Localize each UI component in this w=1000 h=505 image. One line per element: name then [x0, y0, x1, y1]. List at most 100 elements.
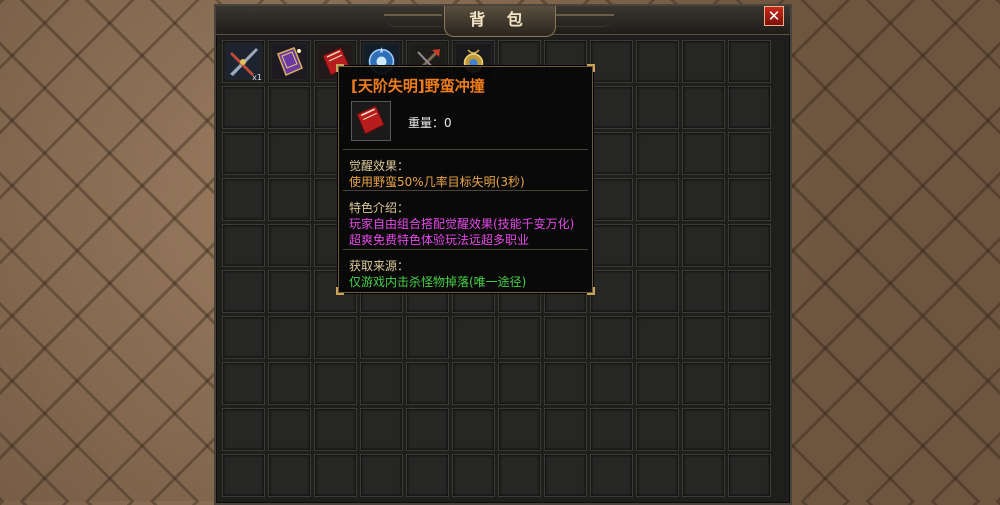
inventory-slot[interactable] — [590, 408, 633, 451]
inventory-slot[interactable] — [590, 132, 633, 175]
inventory-slot[interactable] — [314, 362, 357, 405]
inventory-slot[interactable] — [268, 316, 311, 359]
inventory-slot[interactable] — [728, 270, 771, 313]
inventory-slot[interactable] — [498, 362, 541, 405]
inventory-slot[interactable] — [222, 86, 265, 129]
inventory-slot[interactable] — [268, 224, 311, 267]
tooltip-divider — [343, 190, 588, 191]
inventory-slot[interactable] — [636, 270, 679, 313]
inventory-slot[interactable] — [222, 316, 265, 359]
inventory-slot[interactable] — [636, 316, 679, 359]
inventory-slot[interactable] — [222, 178, 265, 221]
inventory-slot[interactable] — [636, 408, 679, 451]
red-skillbook-icon — [356, 105, 385, 135]
inventory-slot[interactable] — [222, 362, 265, 405]
inventory-slot[interactable] — [268, 40, 311, 83]
inventory-slot[interactable] — [222, 270, 265, 313]
inventory-slot[interactable] — [590, 86, 633, 129]
inventory-slot[interactable] — [452, 362, 495, 405]
inventory-slot[interactable] — [682, 362, 725, 405]
inventory-slot[interactable] — [544, 316, 587, 359]
inventory-slot[interactable] — [452, 316, 495, 359]
inventory-slot[interactable] — [728, 40, 771, 83]
tooltip-item-icon — [351, 101, 391, 141]
inventory-slot[interactable] — [314, 454, 357, 497]
inventory-slot[interactable] — [636, 132, 679, 175]
window-title: 背 包 — [444, 6, 556, 37]
close-button[interactable]: ✕ — [764, 6, 784, 26]
inventory-slot[interactable] — [590, 316, 633, 359]
inventory-slot[interactable] — [682, 270, 725, 313]
inventory-slot[interactable] — [728, 178, 771, 221]
inventory-slot[interactable] — [636, 362, 679, 405]
inventory-slot[interactable] — [682, 132, 725, 175]
inventory-slot[interactable] — [682, 316, 725, 359]
inventory-slot[interactable] — [544, 408, 587, 451]
inventory-slot[interactable] — [222, 132, 265, 175]
inventory-slot[interactable] — [406, 454, 449, 497]
inventory-slot[interactable] — [728, 86, 771, 129]
inventory-slot[interactable] — [360, 362, 403, 405]
inventory-slot[interactable] — [728, 408, 771, 451]
inventory-slot[interactable] — [360, 454, 403, 497]
tooltip-corner — [587, 64, 595, 72]
inventory-slot[interactable] — [728, 224, 771, 267]
inventory-slot[interactable] — [682, 454, 725, 497]
inventory-slot[interactable] — [498, 316, 541, 359]
tooltip-corner — [336, 64, 344, 72]
tooltip-divider — [343, 149, 588, 150]
inventory-slot[interactable] — [682, 86, 725, 129]
inventory-slot[interactable] — [268, 362, 311, 405]
tooltip-weight: 重量：0 — [408, 116, 452, 130]
inventory-slot[interactable] — [682, 408, 725, 451]
inventory-slot[interactable] — [636, 86, 679, 129]
inventory-slot[interactable] — [728, 316, 771, 359]
inventory-slot[interactable] — [682, 224, 725, 267]
inventory-slot[interactable] — [222, 224, 265, 267]
inventory-slot[interactable] — [728, 362, 771, 405]
inventory-slot[interactable] — [268, 270, 311, 313]
inventory-slot[interactable] — [682, 178, 725, 221]
section-label-awaken: 觉醒效果： — [349, 159, 410, 173]
inventory-slot[interactable] — [406, 316, 449, 359]
inventory-slot[interactable] — [590, 270, 633, 313]
inventory-slot[interactable] — [268, 408, 311, 451]
section-label-features: 特色介绍： — [349, 201, 410, 215]
inventory-slot[interactable] — [452, 454, 495, 497]
inventory-slot[interactable] — [590, 224, 633, 267]
inventory-slot[interactable] — [314, 316, 357, 359]
inventory-slot[interactable] — [728, 454, 771, 497]
inventory-slot[interactable] — [268, 454, 311, 497]
inventory-slot[interactable] — [268, 132, 311, 175]
inventory-slot[interactable] — [728, 132, 771, 175]
inventory-slot[interactable] — [544, 454, 587, 497]
inventory-slot[interactable]: x1 — [222, 40, 265, 83]
inventory-slot[interactable] — [636, 224, 679, 267]
inventory-slot[interactable] — [498, 454, 541, 497]
inventory-slot[interactable] — [498, 408, 541, 451]
inventory-slot[interactable] — [360, 316, 403, 359]
inventory-slot[interactable] — [268, 178, 311, 221]
inventory-slot[interactable] — [590, 178, 633, 221]
inventory-slot[interactable] — [268, 86, 311, 129]
inventory-slot[interactable] — [590, 40, 633, 83]
inventory-slot[interactable] — [590, 454, 633, 497]
inventory-slot[interactable] — [406, 362, 449, 405]
inventory-slot[interactable] — [360, 408, 403, 451]
inventory-slot[interactable] — [406, 408, 449, 451]
inventory-slot[interactable] — [682, 40, 725, 83]
inventory-slot[interactable] — [636, 454, 679, 497]
inventory-slot[interactable] — [636, 178, 679, 221]
inventory-slot[interactable] — [314, 408, 357, 451]
inventory-slot[interactable] — [222, 408, 265, 451]
section-text-features-2: 超爽免费特色体验玩法远超多职业 — [349, 233, 530, 247]
inventory-slot[interactable] — [222, 454, 265, 497]
tooltip-corner — [587, 287, 595, 295]
inventory-slot[interactable] — [636, 40, 679, 83]
header-ornament-left — [384, 14, 442, 27]
inventory-slot[interactable] — [590, 362, 633, 405]
inventory-slot[interactable] — [544, 362, 587, 405]
inventory-slot[interactable] — [452, 408, 495, 451]
section-label-source: 获取来源： — [349, 259, 410, 273]
header-ornament-right — [556, 14, 614, 27]
